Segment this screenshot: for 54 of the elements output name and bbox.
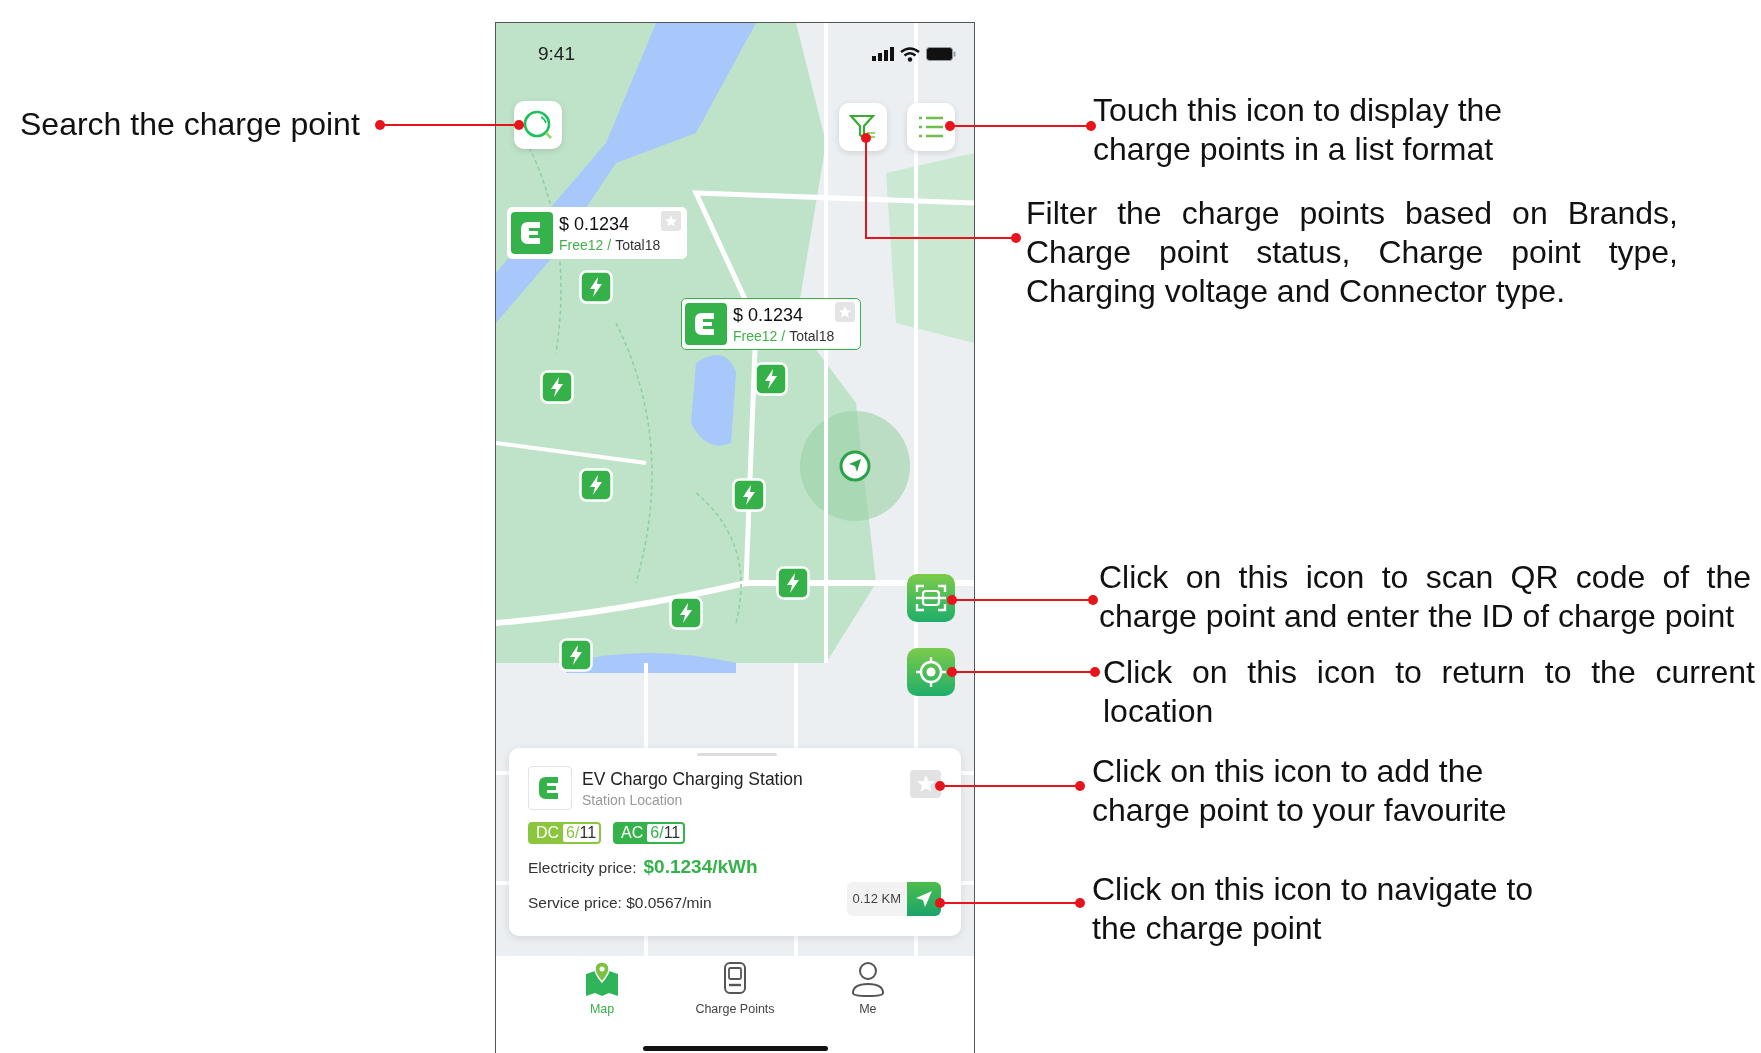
price-callout[interactable]: $ 0.1234 Free12 / Total18 — [681, 298, 861, 350]
annotation-text: Touch this icon to display the charge points in a list format — [1093, 91, 1504, 169]
search-button[interactable] — [514, 101, 562, 149]
list-view-button[interactable] — [907, 103, 955, 151]
filter-button[interactable] — [839, 103, 887, 151]
locate-icon — [915, 656, 947, 688]
scan-button[interactable] — [907, 574, 955, 622]
connector-badge: DC 6/11 — [528, 822, 602, 844]
favourite-button[interactable] — [910, 770, 941, 798]
locate-button[interactable] — [907, 648, 955, 696]
charger-pin-icon[interactable] — [776, 566, 810, 600]
free-count: Free12 / — [733, 327, 786, 344]
total-count: Total18 — [615, 236, 661, 253]
charger-pin-icon[interactable] — [579, 270, 613, 304]
brand-logo-icon — [685, 303, 727, 345]
annotation-text: Search the charge point — [20, 105, 361, 144]
navigate-button[interactable] — [907, 882, 941, 916]
station-name: EV Chargo Charging Station — [582, 768, 804, 790]
charger-pin-icon[interactable] — [559, 638, 593, 672]
tab-bar-item[interactable]: Me — [840, 960, 895, 1030]
charger-pin-icon[interactable] — [540, 370, 574, 404]
brand-logo-icon — [528, 766, 572, 810]
annotation-text: Click on this icon to navigate to the charge point — [1092, 870, 1535, 948]
battery-icon — [926, 47, 956, 61]
status-time: 9:41 — [538, 43, 575, 65]
filter-icon — [849, 113, 877, 141]
charger-pin-icon[interactable] — [754, 362, 788, 396]
annotation-text: Click on this icon to return to the current location — [1103, 653, 1755, 731]
scan-icon — [915, 583, 947, 613]
wifi-icon — [900, 46, 920, 62]
station-location: Station Location — [582, 791, 684, 808]
annotation-text: Click on this icon to scan QR code of the charge point and enter the ID of charge point — [1099, 558, 1751, 636]
navigation-arrow-icon — [914, 889, 934, 909]
total-count: Total18 — [789, 327, 835, 344]
free-count: Free12 / — [559, 236, 612, 253]
price-callout[interactable]: $ 0.1234 Free12 / Total18 — [507, 207, 687, 259]
service-price: Service price: $0.0567/min — [528, 894, 712, 912]
electricity-price: $0.1234/kWh — [643, 856, 758, 878]
price-text: $ 0.1234 — [733, 304, 805, 326]
annotation-text: Filter the charge points based on Brands, Charge point status, Charge point type, Charging voltage and Connector type. — [1026, 194, 1678, 311]
signal-icon — [872, 47, 894, 61]
charger-pin-icon[interactable] — [669, 596, 703, 630]
tab-bar-item[interactable]: Charge Points — [687, 960, 783, 1030]
connector-badge: AC 6/11 — [613, 822, 686, 844]
list-icon — [917, 115, 945, 139]
distance-label: 0.12 KM — [846, 882, 907, 916]
electricity-price-label: Electricity price: — [528, 859, 637, 877]
charger-pin-icon[interactable] — [579, 468, 613, 502]
drag-handle[interactable] — [697, 753, 777, 756]
brand-logo-icon — [511, 212, 553, 254]
annotation-text: Click on this icon to add the charge point to your favourite — [1092, 752, 1508, 830]
user-location-icon — [839, 450, 871, 482]
charger-pin-icon[interactable] — [732, 478, 766, 512]
price-text: $ 0.1234 — [559, 213, 631, 235]
